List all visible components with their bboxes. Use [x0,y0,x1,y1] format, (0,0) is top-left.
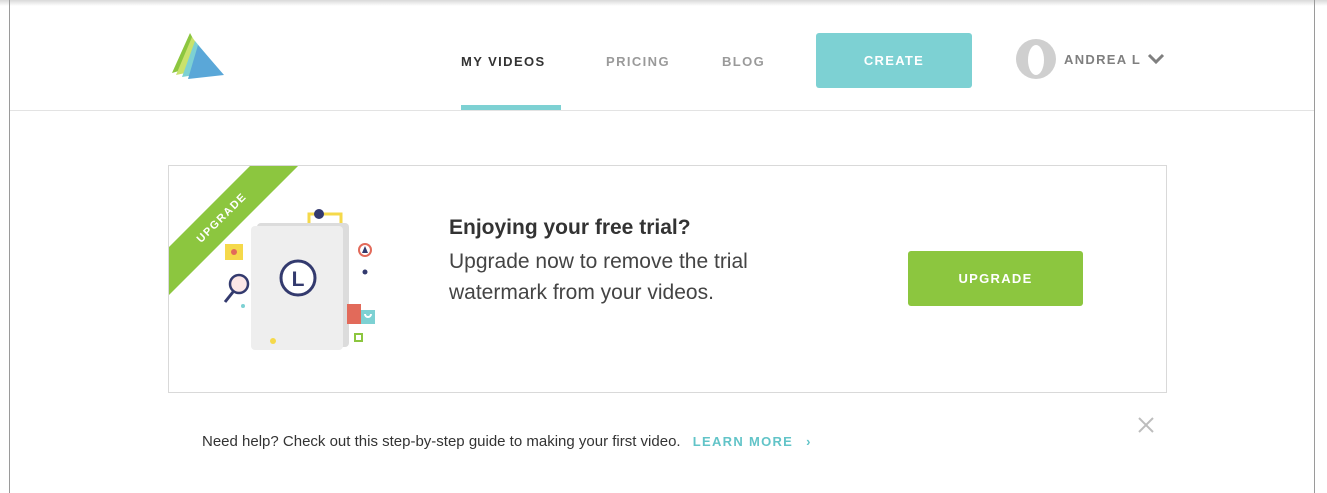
promo-title: Enjoying your free trial? [449,216,691,239]
user-name: ANDREA L [1064,51,1142,67]
chevron-down-icon [1148,53,1165,65]
help-message: Need help? Check out this step-by-step g… [202,433,812,450]
learn-more-link[interactable]: LEARN MORE › [693,434,812,449]
upgrade-button[interactable]: UPGRADE [908,251,1083,306]
illustration-letter: L [292,268,305,291]
layers-logo-icon[interactable] [168,33,224,79]
active-tab-indicator [461,105,561,110]
create-button[interactable]: CREATE [816,33,972,88]
user-menu[interactable]: ANDREA L [1016,39,1165,79]
nav-blog[interactable]: BLOG [722,54,765,69]
top-navigation: MY VIDEOS PRICING BLOG CREATE ANDREA L [10,6,1314,111]
help-text: Need help? Check out this step-by-step g… [202,433,681,450]
promo-message: Enjoying your free trial? Upgrade now to… [449,214,809,308]
upgrade-banner: UPGRADE L Enjoying your free trial? Upgr… [168,165,1167,393]
trial-illustration: L [223,209,375,350]
nav-pricing[interactable]: PRICING [606,54,670,69]
avatar [1016,39,1056,79]
close-icon[interactable] [1137,416,1155,434]
learn-more-label: LEARN MORE [692,434,794,449]
nav-my-videos[interactable]: MY VIDEOS [461,54,546,69]
window-right-border [1314,0,1315,493]
promo-body: Upgrade now to remove the trial watermar… [449,250,748,304]
chevron-right-icon: › [806,434,812,449]
